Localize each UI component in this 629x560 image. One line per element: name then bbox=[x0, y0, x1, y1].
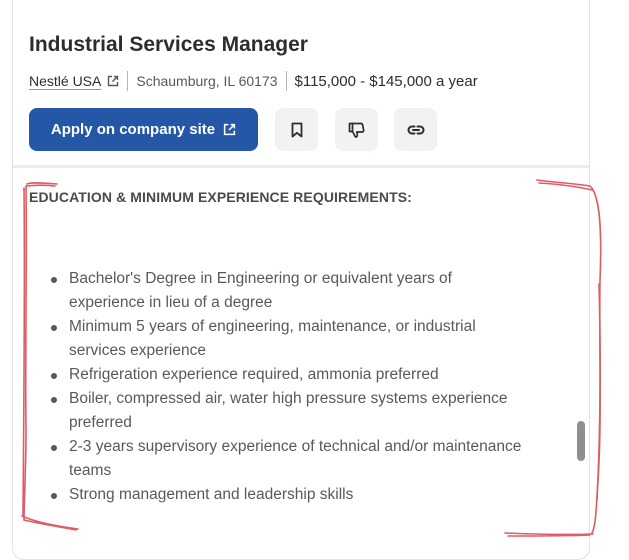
scrollbar-thumb[interactable] bbox=[577, 421, 585, 461]
copy-link-button[interactable] bbox=[394, 108, 437, 151]
link-icon bbox=[406, 120, 426, 140]
not-interested-button[interactable] bbox=[335, 108, 378, 151]
job-meta: Nestlé USA Schaumburg, IL 60173 $115,000… bbox=[29, 69, 478, 93]
list-item-line: experience in lieu of a degree bbox=[69, 294, 273, 311]
job-header: Industrial Services Manager Nestlé USA S… bbox=[13, 0, 589, 165]
list-item-line: Boiler, compressed air, water high press… bbox=[69, 390, 508, 407]
job-description: EDUCATION & MINIMUM EXPERIENCE REQUIREME… bbox=[29, 189, 569, 503]
list-item-line: Refrigeration experience required, ammon… bbox=[69, 366, 439, 383]
list-item: Boiler, compressed air, water high press… bbox=[29, 387, 559, 435]
header-divider bbox=[13, 165, 589, 168]
list-item-line: Bachelor's Degree in Engineering or equi… bbox=[69, 270, 452, 287]
list-item-line: preferred bbox=[69, 414, 132, 431]
apply-button-label: Apply on company site bbox=[50, 121, 216, 138]
bookmark-icon bbox=[288, 121, 306, 139]
list-item: Bachelor's Degree in Engineering or equi… bbox=[29, 267, 559, 315]
job-title: Industrial Services Manager bbox=[29, 33, 308, 56]
list-item: 2-3 years supervisory experience of tech… bbox=[29, 435, 559, 483]
list-item: Strong management and leadership skills bbox=[29, 483, 559, 507]
list-item-line: Strong management and leadership skills bbox=[69, 486, 354, 503]
job-actions: Apply on company site bbox=[29, 108, 437, 151]
apply-button[interactable]: Apply on company site bbox=[29, 108, 258, 151]
job-details-card: Industrial Services Manager Nestlé USA S… bbox=[12, 0, 590, 560]
section-heading: EDUCATION & MINIMUM EXPERIENCE REQUIREME… bbox=[29, 189, 412, 205]
list-item: Minimum 5 years of engineering, maintena… bbox=[29, 315, 559, 363]
meta-separator bbox=[285, 71, 287, 91]
list-item-line: teams bbox=[69, 462, 112, 479]
external-link-icon bbox=[223, 123, 236, 136]
save-job-button[interactable] bbox=[275, 108, 318, 151]
list-item: Refrigeration experience required, ammon… bbox=[29, 363, 559, 387]
external-link-icon bbox=[107, 75, 119, 87]
job-salary: $115,000 - $145,000 a year bbox=[294, 72, 478, 90]
job-location: Schaumburg, IL 60173 bbox=[136, 73, 278, 89]
list-item-line: 2-3 years supervisory experience of tech… bbox=[69, 438, 522, 455]
list-item-line: services experience bbox=[69, 342, 206, 359]
thumbs-down-icon bbox=[347, 120, 367, 140]
company-name: Nestlé USA bbox=[29, 73, 102, 89]
company-link[interactable]: Nestlé USA bbox=[29, 73, 119, 89]
requirements-list: Bachelor's Degree in Engineering or equi… bbox=[29, 267, 559, 507]
meta-separator bbox=[127, 71, 129, 91]
list-item-line: Minimum 5 years of engineering, maintena… bbox=[69, 318, 476, 335]
